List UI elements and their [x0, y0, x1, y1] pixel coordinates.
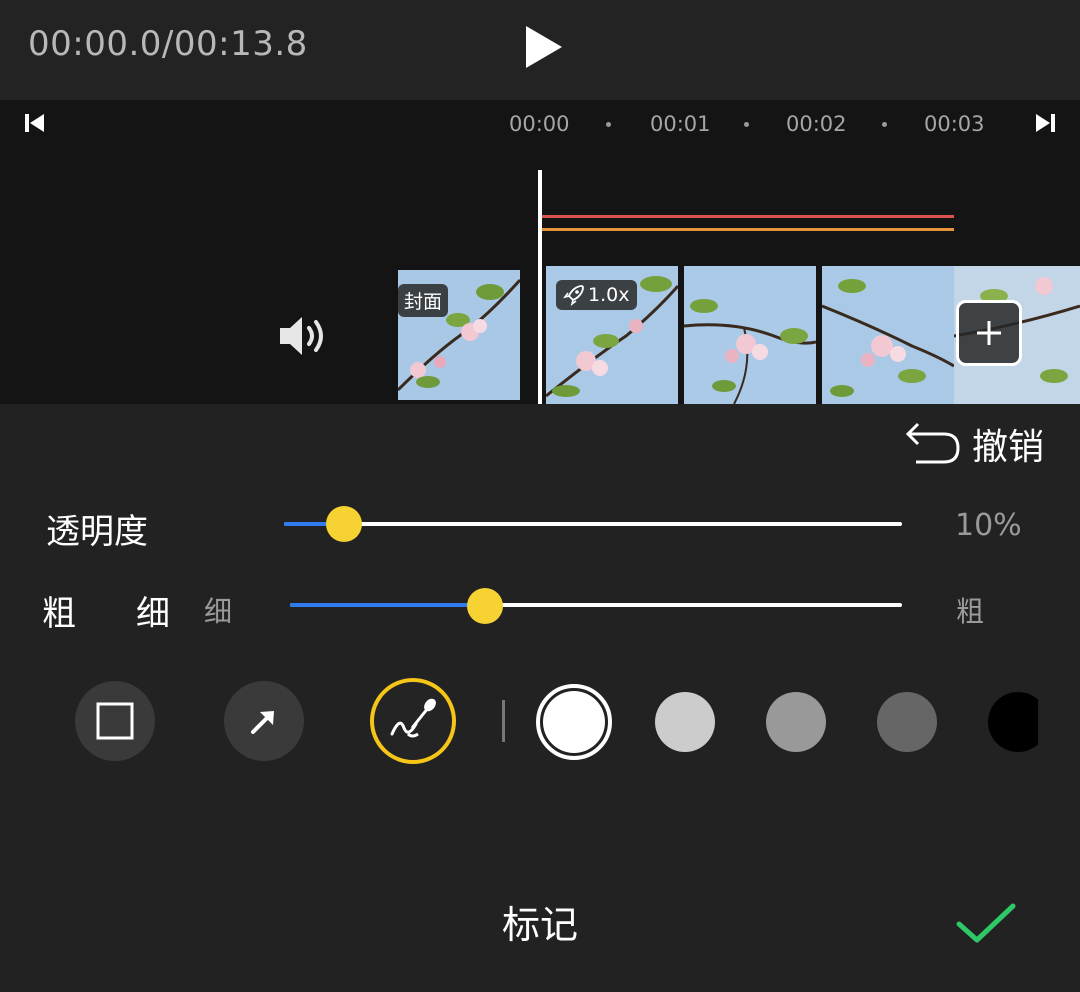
- ruler-time-label: 00:00: [509, 112, 570, 136]
- opacity-value: 10%: [955, 508, 1022, 543]
- play-button[interactable]: [518, 22, 568, 72]
- clip-thumbnail[interactable]: [822, 266, 954, 404]
- playhead[interactable]: [538, 170, 542, 404]
- blossom-image: [822, 266, 954, 404]
- volume-button[interactable]: [276, 308, 332, 364]
- thickness-slider-fill: [290, 603, 486, 607]
- color-swatch-black-clip: [988, 692, 1038, 752]
- color-swatch-gray[interactable]: [766, 692, 826, 752]
- confirm-button[interactable]: [955, 900, 1019, 948]
- color-swatch-dark-gray[interactable]: [877, 692, 937, 752]
- rectangle-icon: [96, 702, 134, 740]
- ruler-time-label: 00:03: [924, 112, 985, 136]
- plus-icon: [977, 321, 1001, 345]
- ruler-dot: [606, 122, 611, 127]
- ruler-time-label: 00:02: [786, 112, 847, 136]
- play-icon: [526, 26, 562, 68]
- undo-icon: [905, 422, 960, 464]
- thickness-min-label: 细: [204, 595, 233, 628]
- skip-to-end-icon: [1036, 114, 1055, 132]
- tool-divider: [502, 700, 505, 742]
- opacity-label: 透明度: [46, 512, 148, 552]
- check-icon: [956, 903, 1016, 943]
- mark-track-red[interactable]: [542, 215, 954, 218]
- undo-button[interactable]: 撤销: [904, 416, 1044, 472]
- color-swatch-white-selected[interactable]: [536, 684, 612, 760]
- brush-tool-button[interactable]: [370, 678, 456, 764]
- add-clip-button[interactable]: [956, 300, 1022, 366]
- cover-label: 封面: [398, 284, 449, 317]
- panel-title: 标记: [501, 903, 578, 947]
- rocket-icon: [563, 285, 584, 306]
- thickness-slider-knob[interactable]: [467, 588, 503, 624]
- color-swatch-black[interactable]: [988, 692, 1038, 752]
- ruler-dot: [882, 122, 887, 127]
- undo-label: 撤销: [972, 427, 1045, 468]
- ruler-dot: [744, 122, 749, 127]
- color-swatch-inner: [543, 691, 605, 753]
- speed-badge[interactable]: 1.0x: [556, 280, 638, 310]
- ruler-time-label: 00:01: [650, 112, 711, 136]
- volume-icon: [280, 317, 323, 355]
- arrow-icon: [251, 711, 274, 734]
- blossom-image: [684, 266, 816, 404]
- thickness-label-thin: 细: [136, 594, 170, 634]
- speed-label: 1.0x: [588, 284, 630, 306]
- skip-to-start-button[interactable]: [22, 112, 48, 134]
- timecode: 00:00.0/00:13.8: [28, 24, 308, 64]
- color-swatch-light-gray[interactable]: [655, 692, 715, 752]
- clip-thumbnail[interactable]: [684, 266, 816, 404]
- skip-to-start-icon: [25, 114, 44, 132]
- thickness-max-label: 粗: [956, 595, 985, 628]
- opacity-slider-knob[interactable]: [326, 506, 362, 542]
- opacity-slider-track[interactable]: [284, 522, 902, 526]
- brush-icon: [390, 698, 436, 738]
- rectangle-tool-button[interactable]: [75, 681, 155, 761]
- arrow-tool-button[interactable]: [224, 681, 304, 761]
- skip-to-end-button[interactable]: [1032, 112, 1058, 134]
- mark-track-orange[interactable]: [542, 228, 954, 231]
- thickness-label-thick: 粗: [42, 594, 76, 634]
